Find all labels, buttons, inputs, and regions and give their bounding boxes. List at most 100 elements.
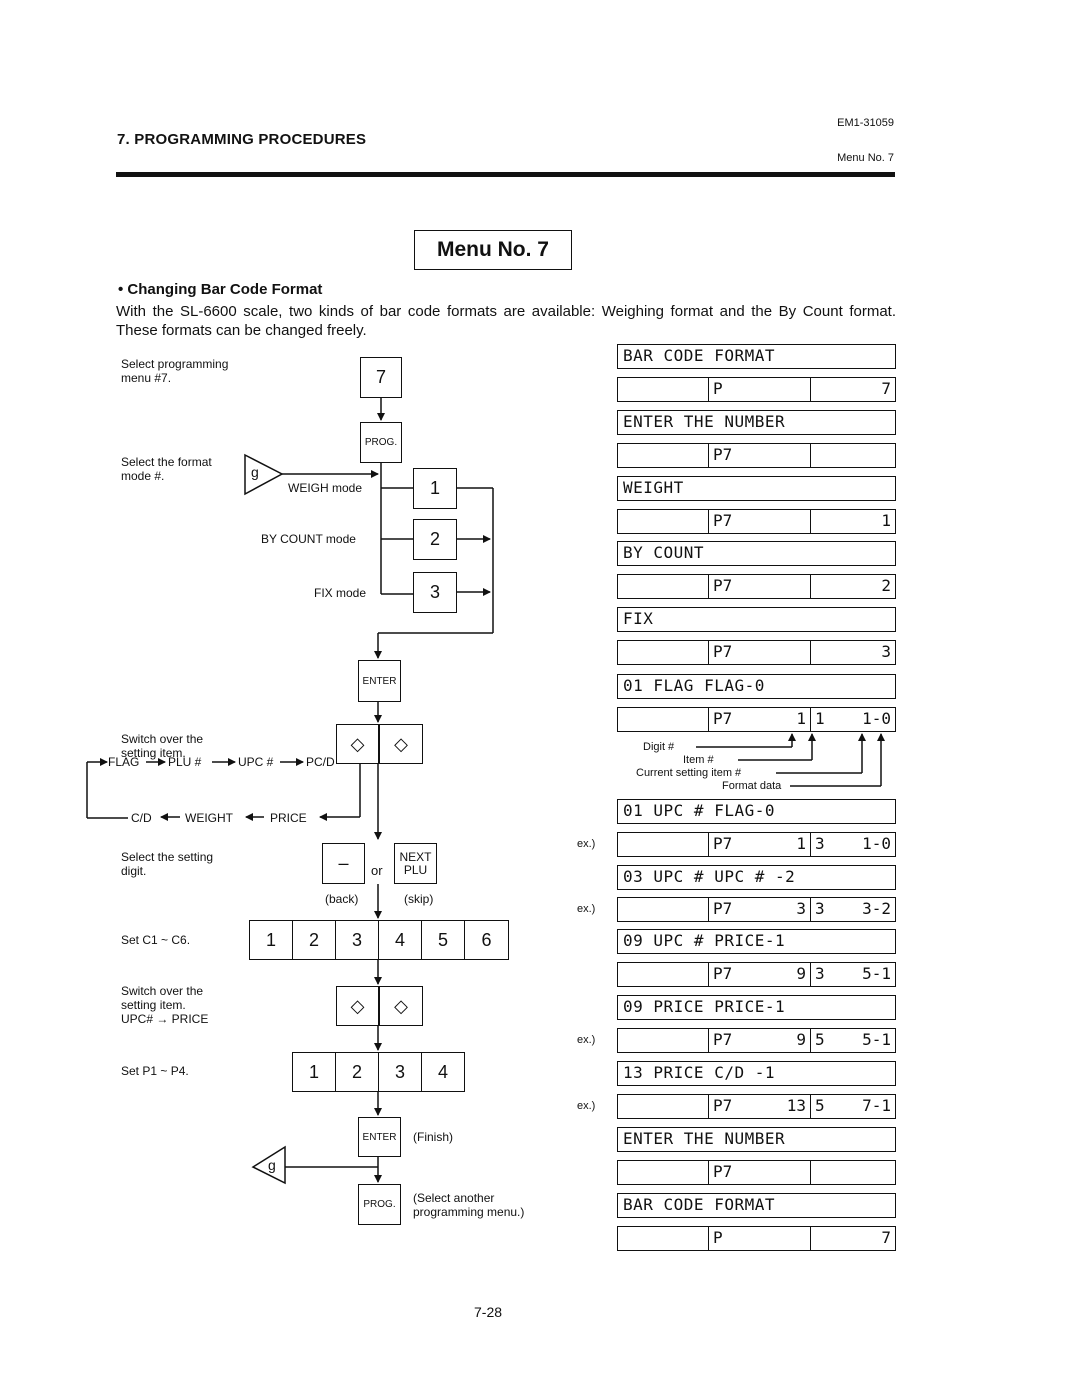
cycle-item-plu: PLU #	[168, 755, 202, 769]
menu-title-box: Menu No. 7	[414, 230, 572, 270]
display-value-line: P7 3 3 3-2	[617, 897, 896, 922]
key-c-digit[interactable]: 3	[335, 920, 379, 960]
display-value-line: P7 3	[617, 640, 896, 665]
back-label: (back)	[325, 892, 359, 906]
display-cell-blank	[618, 641, 709, 664]
display-cell-value: 2	[811, 575, 895, 598]
format-value: 1-0	[862, 709, 891, 728]
intro-paragraph: With the SL-6600 scale, two kinds of bar…	[116, 303, 896, 339]
display-cell-blank	[618, 444, 709, 467]
display-cell-program: P7 9	[709, 963, 811, 986]
key-c-digit[interactable]: 5	[421, 920, 465, 960]
key-c-digit[interactable]: 6	[464, 920, 509, 960]
key-diamond-right[interactable]: ◇	[379, 986, 423, 1026]
key-7[interactable]: 7	[360, 357, 402, 398]
display-message-line: BAR CODE FORMAT	[617, 344, 896, 369]
key-next-plu-skip[interactable]: NEXT PLU	[394, 843, 437, 884]
display-value-line: P7 2	[617, 574, 896, 599]
section-heading: 7. PROGRAMMING PROCEDURES	[117, 131, 367, 148]
cycle-item-pcd: PC/D	[306, 755, 335, 769]
format-value: 7	[881, 1228, 891, 1247]
cycle-item-upc: UPC #	[238, 755, 274, 769]
or-label: or	[371, 863, 383, 878]
example-label: ex.)	[577, 1034, 596, 1046]
display-cell-program: P7	[709, 510, 811, 533]
item-number: 3	[815, 834, 825, 853]
key-enter[interactable]: ENTER	[358, 660, 401, 702]
key-mode-2[interactable]: 2	[413, 519, 457, 560]
display-message-line: 13 PRICE C/D -1	[617, 1061, 896, 1086]
key-enter-finish[interactable]: ENTER	[358, 1117, 401, 1157]
display-cell-blank	[618, 378, 709, 401]
program-code: P7	[713, 642, 733, 661]
key-mode-1[interactable]: 1	[413, 468, 457, 509]
display-cell-program: P7	[709, 575, 811, 598]
display-value-line: P7 9 3 5-1	[617, 962, 896, 987]
skip-label: (skip)	[404, 892, 434, 906]
display-cell-blank	[618, 510, 709, 533]
key-c-digit[interactable]: 1	[249, 920, 293, 960]
key-p-digit[interactable]: 4	[421, 1052, 465, 1092]
format-value: 1	[881, 511, 891, 530]
display-cell-value	[811, 444, 895, 467]
annotation-current-item: Current setting item #	[636, 767, 742, 779]
key-mode-3[interactable]: 3	[413, 572, 457, 613]
key-prog-final[interactable]: PROG.	[358, 1184, 401, 1225]
key-diamond-left[interactable]: ◇	[336, 724, 379, 764]
header-rule	[116, 172, 895, 177]
display-cell-value: 3 5-1	[811, 963, 895, 986]
example-label: ex.)	[577, 838, 596, 850]
program-code: P7	[713, 511, 733, 530]
fix-mode-label: FIX mode	[314, 586, 367, 600]
display-cell-program: P7 1	[709, 708, 811, 731]
key-diamond-left[interactable]: ◇	[336, 986, 379, 1026]
format-value: 1-0	[862, 834, 891, 853]
display-cell-blank	[618, 1227, 709, 1250]
display-cell-blank	[618, 1161, 709, 1184]
key-minus-back[interactable]: –	[322, 843, 365, 884]
key-diamond-right[interactable]: ◇	[379, 724, 423, 764]
item-number: 3	[815, 899, 825, 918]
digit-number: 13	[786, 1096, 806, 1115]
display-value-line: P7 13 5 7-1	[617, 1094, 896, 1119]
key-c-digit[interactable]: 4	[378, 920, 422, 960]
key-c-digit[interactable]: 2	[292, 920, 336, 960]
display-message-line: 09 UPC # PRICE-1	[617, 929, 896, 954]
key-p-digit[interactable]: 1	[292, 1052, 336, 1092]
digit-number: 3	[796, 899, 806, 918]
digit-number: 9	[796, 1030, 806, 1049]
program-code: P7	[713, 834, 733, 853]
display-message-line: 09 PRICE PRICE-1	[617, 995, 896, 1020]
key-p-digit[interactable]: 2	[335, 1052, 379, 1092]
step-label-switch-item-2: Switch over the setting item. UPC# → PRI…	[121, 984, 209, 1026]
format-value: 5-1	[862, 1030, 891, 1049]
program-code: P7	[713, 1030, 733, 1049]
subsection-title: • Changing Bar Code Format	[118, 281, 323, 298]
g-return-label: g	[268, 1157, 276, 1173]
document-number: EM1-31059	[837, 117, 894, 129]
display-message-line: BAR CODE FORMAT	[617, 1193, 896, 1218]
display-cell-program: P7	[709, 444, 811, 467]
weigh-mode-label: WEIGH mode	[288, 481, 363, 495]
display-cell-program: P7 3	[709, 898, 811, 921]
program-code: P7	[713, 964, 733, 983]
format-value: 5-1	[862, 964, 891, 983]
key-prog[interactable]: PROG.	[360, 422, 402, 463]
display-value-line: P7	[617, 1226, 896, 1251]
display-value-line: P7	[617, 377, 896, 402]
display-message-line: ENTER THE NUMBER	[617, 1127, 896, 1152]
display-message-line: 03 UPC # UPC # -2	[617, 865, 896, 890]
display-cell-value: 3 1-0	[811, 833, 895, 856]
item-number: 5	[815, 1096, 825, 1115]
display-value-line: P7 1 3 1-0	[617, 832, 896, 857]
step-label-select-digit: Select the setting digit.	[121, 850, 214, 878]
display-value-line: P7 1 1 1-0	[617, 707, 896, 732]
cycle-item-price: PRICE	[270, 811, 307, 825]
display-value-line: P7	[617, 443, 896, 468]
key-p-digit[interactable]: 3	[378, 1052, 422, 1092]
step-label-select-menu: Select programming menu #7.	[121, 357, 229, 385]
annotation-item: Item #	[683, 754, 714, 766]
display-cell-program: P7	[709, 1161, 811, 1184]
display-cell-program: P	[709, 1227, 811, 1250]
display-value-line: P7	[617, 1160, 896, 1185]
